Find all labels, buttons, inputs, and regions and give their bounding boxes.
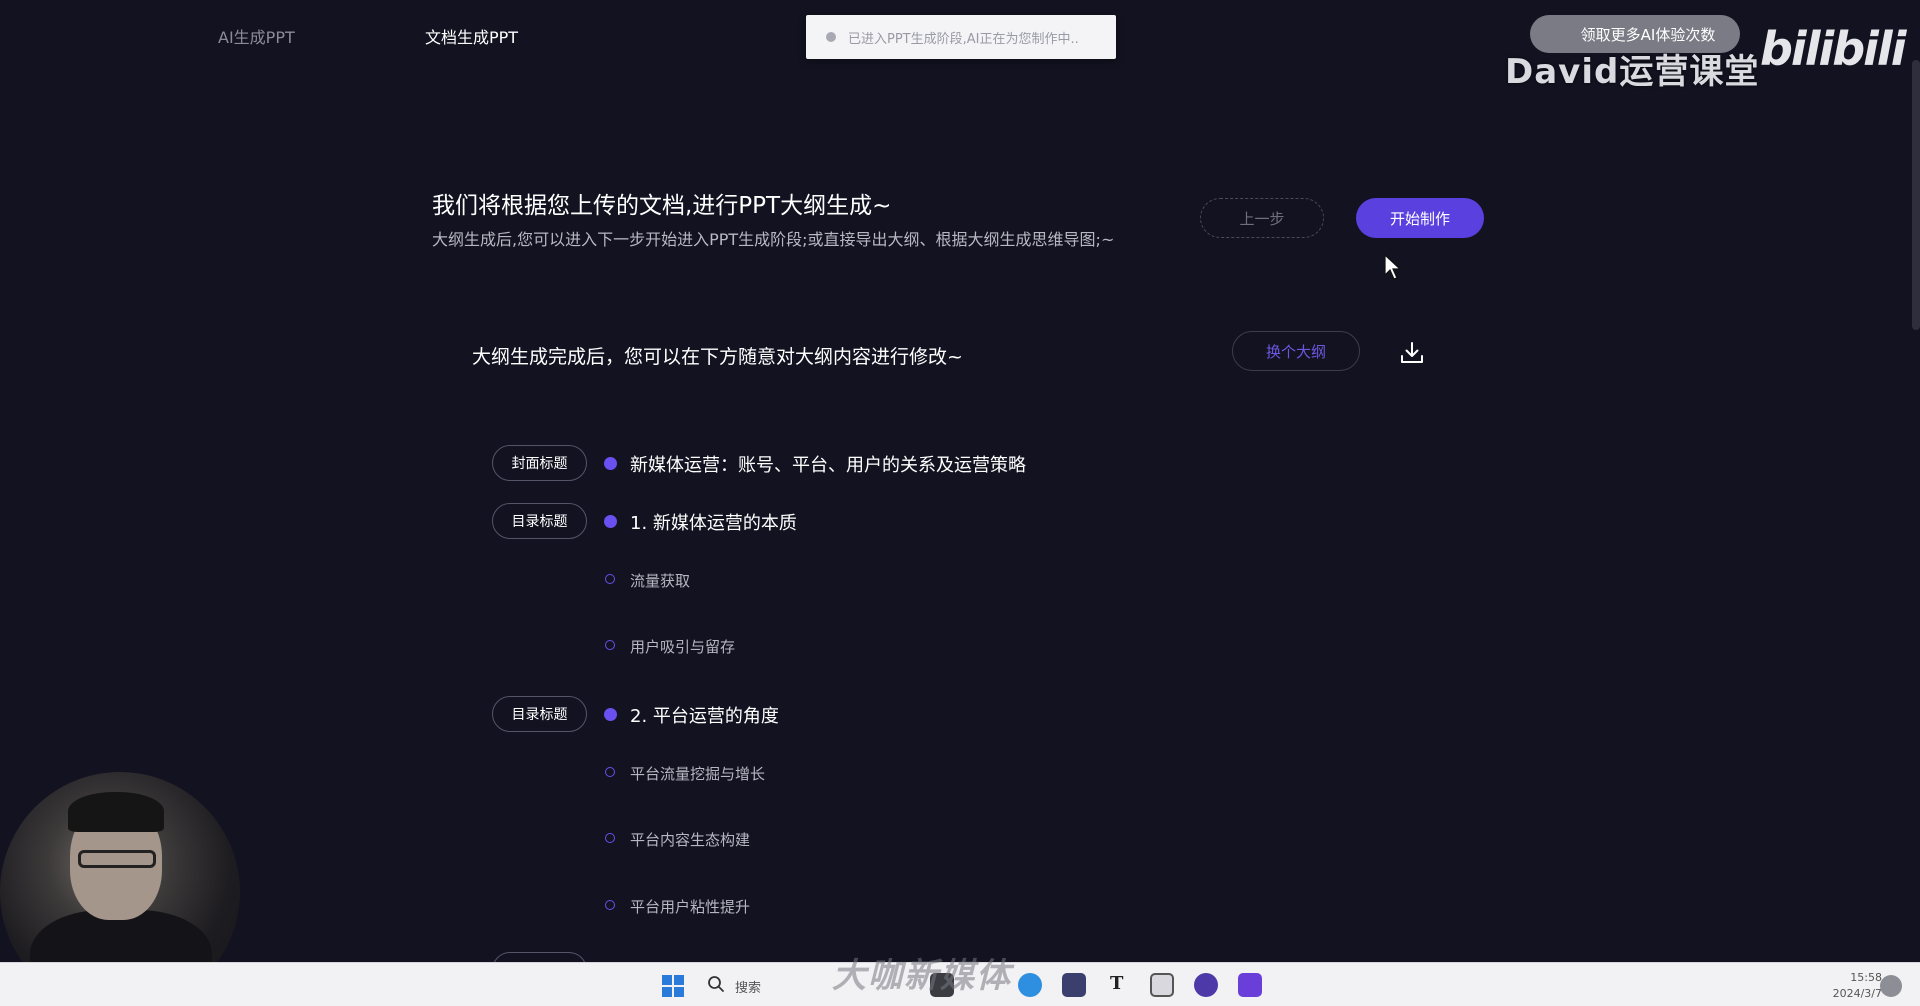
recorder-app-icon[interactable] (1194, 973, 1218, 997)
outline-title-text[interactable]: 1. 新媒体运营的本质 (630, 509, 797, 535)
outline-item-toc-1: 目录标题 1. 新媒体运营的本质 (0, 503, 1920, 539)
page-title: 我们将根据您上传的文档,进行PPT大纲生成~ (432, 193, 892, 219)
outline-item-toc-2: 目录标题 2. 平台运营的角度 (0, 696, 1920, 732)
outline-subitem: 平台流量挖掘与增长 (0, 754, 1920, 790)
search-icon[interactable] (707, 975, 725, 993)
previous-step-button[interactable]: 上一步 (1200, 198, 1324, 238)
toc-title-tag: 目录标题 (492, 696, 587, 732)
channel-watermark-bottom: 大咖新媒体 (832, 956, 1012, 996)
page-subtitle: 大纲生成后,您可以进入下一步开始进入PPT生成阶段;或直接导出大纲、根据大纲生成… (432, 230, 1115, 249)
taskbar-search-label[interactable]: 搜索 (735, 977, 761, 996)
start-making-button[interactable]: 开始制作 (1356, 198, 1484, 238)
taskbar-date: 2024/3/7 (1832, 987, 1882, 1000)
bullet-filled-icon (604, 457, 617, 470)
outline-item-cover: 封面标题 新媒体运营：账号、平台、用户的关系及运营策略 (0, 445, 1920, 481)
outline-subitem: 平台用户粘性提升 (0, 887, 1920, 923)
outline-subitem: 平台内容生态构建 (0, 820, 1920, 856)
outline-subitem-text[interactable]: 流量获取 (630, 570, 690, 591)
toast-message: 已进入PPT生成阶段,AI正在为您制作中.. (848, 31, 1079, 47)
tab-ai-generate-ppt[interactable]: AI生成PPT (218, 24, 295, 48)
presenter-glasses (78, 850, 156, 868)
bullet-hollow-icon (605, 767, 615, 777)
outline-subitem-text[interactable]: 平台内容生态构建 (630, 829, 750, 850)
outline-subitem: 流量获取 (0, 561, 1920, 597)
typora-app-icon[interactable]: T (1110, 973, 1123, 994)
channel-watermark: David运营课堂 (1505, 52, 1760, 92)
bullet-hollow-icon (605, 574, 615, 584)
bullet-hollow-icon (605, 640, 615, 650)
loading-dot-icon (826, 32, 836, 42)
outline-subitem-text[interactable]: 平台流量挖掘与增长 (630, 763, 765, 784)
switch-outline-button[interactable]: 换个大纲 (1232, 331, 1360, 371)
bullet-filled-icon (604, 708, 617, 721)
outline-subitem: 用户吸引与留存 (0, 627, 1920, 663)
outline-title-text[interactable]: 2. 平台运营的角度 (630, 702, 779, 728)
notepad-app-icon[interactable] (1150, 973, 1174, 997)
bullet-hollow-icon (605, 833, 615, 843)
presenter-hair (68, 792, 164, 832)
outline-edit-hint: 大纲生成完成后，您可以在下方随意对大纲内容进行修改~ (472, 346, 963, 368)
outline-subitem-text[interactable]: 用户吸引与留存 (630, 636, 735, 657)
edge-browser-icon[interactable] (1018, 973, 1042, 997)
taskbar-time: 15:58 (1850, 971, 1882, 984)
mouse-cursor-icon (1384, 254, 1402, 280)
bilibili-logo: bilibili (1760, 22, 1906, 76)
outline-subitem-text[interactable]: 平台用户粘性提升 (630, 896, 750, 917)
toc-title-tag: 目录标题 (492, 503, 587, 539)
windows-start-icon[interactable] (662, 975, 684, 997)
cover-title-tag: 封面标题 (492, 445, 587, 481)
download-icon[interactable] (1399, 340, 1425, 366)
outline-title-text[interactable]: 新媒体运营：账号、平台、用户的关系及运营策略 (630, 451, 1026, 477)
store-app-icon[interactable] (1062, 973, 1086, 997)
bullet-filled-icon (604, 515, 617, 528)
tab-doc-generate-ppt[interactable]: 文档生成PPT (425, 24, 518, 48)
page-scrollbar[interactable] (1912, 60, 1920, 330)
status-toast: 已进入PPT生成阶段,AI正在为您制作中.. (806, 15, 1116, 59)
word-app-icon[interactable] (1238, 973, 1262, 997)
bullet-hollow-icon (605, 900, 615, 910)
user-avatar-icon[interactable] (1880, 975, 1902, 997)
